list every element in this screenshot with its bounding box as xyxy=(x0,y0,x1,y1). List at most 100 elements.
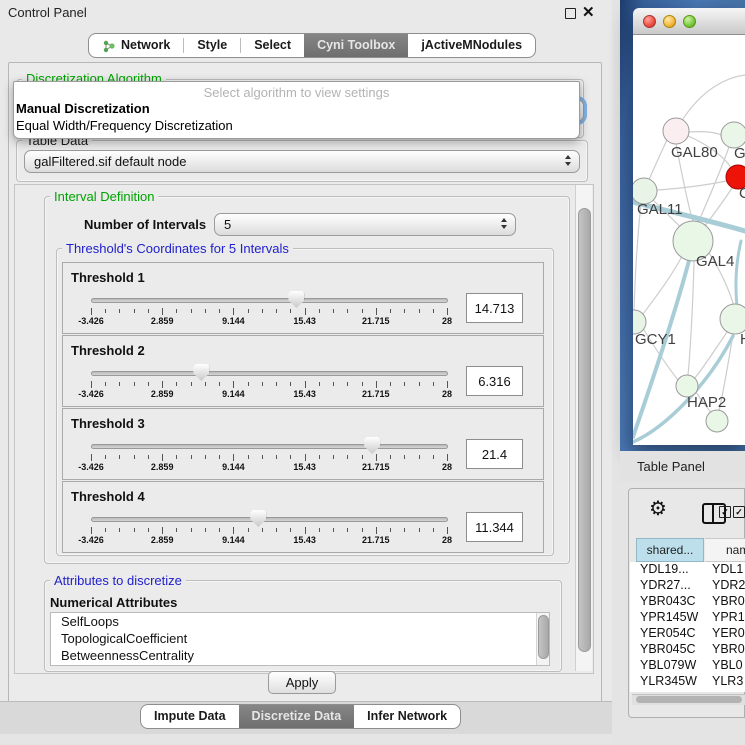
table-rows[interactable]: YDL19...YDL1YDR27...YDR2YBR043CYBR0YPR14… xyxy=(630,562,745,692)
threshold-slider[interactable]: -3.4262.8599.14415.4321.71528 xyxy=(91,291,448,331)
list-scrollbar[interactable] xyxy=(536,613,549,665)
vertical-scrollbar-thumb[interactable] xyxy=(578,208,591,652)
tab-cyni-toolbox[interactable]: Cyni Toolbox xyxy=(304,34,408,57)
network-node[interactable] xyxy=(720,304,745,334)
threshold-slider[interactable]: -3.4262.8599.14415.4321.71528 xyxy=(91,510,448,550)
table-row[interactable]: YER054CYER0 xyxy=(630,626,745,642)
algorithm-option[interactable]: Equal Width/Frequency Discretization xyxy=(16,118,233,133)
table-row[interactable]: YBR045CYBR0 xyxy=(630,642,745,658)
dropdown-hint: Select algorithm to view settings xyxy=(14,85,579,100)
network-canvas[interactable]: GAL80GACGAL11GAL4GCY1HAHAP2 xyxy=(633,35,745,445)
network-edge[interactable] xyxy=(689,132,723,136)
numerical-attributes-list[interactable]: SelfLoopsTopologicalCoefficientBetweenne… xyxy=(50,612,550,666)
threshold-value-field[interactable]: 11.344 xyxy=(466,512,523,542)
apply-button[interactable]: Apply xyxy=(268,671,336,694)
attribute-item[interactable]: TopologicalCoefficient xyxy=(51,630,549,647)
table-row[interactable]: YBL079WYBL0 xyxy=(630,658,745,674)
table-row[interactable]: YIL052CYIL0 xyxy=(630,690,745,692)
slider-tick xyxy=(205,528,206,532)
slider-tick xyxy=(105,309,106,313)
horizontal-scrollbar-thumb[interactable] xyxy=(636,696,742,703)
close-traffic-light-icon[interactable] xyxy=(643,15,656,28)
slider-tick xyxy=(105,528,106,532)
float-window-icon[interactable] xyxy=(565,8,576,19)
slider-tick xyxy=(191,382,192,386)
tab-jactivemnodules[interactable]: jActiveMNodules xyxy=(408,34,535,57)
vertical-scrollbar[interactable] xyxy=(575,185,592,671)
network-view-window[interactable]: GAL80GACGAL11GAL4GCY1HAHAP2 xyxy=(633,8,745,445)
close-icon[interactable]: ✕ xyxy=(582,3,595,21)
table-row[interactable]: YDL19...YDL1 xyxy=(630,562,745,578)
slider-tick xyxy=(119,528,120,532)
horizontal-scrollbar[interactable] xyxy=(632,694,745,705)
algorithm-dropdown-popup: Select algorithm to view settings Manual… xyxy=(13,81,580,139)
checkbox-icon[interactable]: ✓ xyxy=(719,506,731,518)
column-header-shared-name[interactable]: shared... xyxy=(636,538,704,562)
settings-gear-icon[interactable]: ⚙ xyxy=(649,499,667,519)
slider-tick xyxy=(191,528,192,532)
table-row[interactable]: YBR043CYBR0 xyxy=(630,594,745,610)
slider-thumb[interactable] xyxy=(193,364,209,381)
threshold-slider[interactable]: -3.4262.8599.14415.4321.71528 xyxy=(91,364,448,404)
slider-thumb[interactable] xyxy=(364,437,380,454)
slider-tick xyxy=(390,382,391,386)
slider-tick xyxy=(390,455,391,459)
slider-tick xyxy=(376,454,377,461)
threshold-value-field[interactable]: 14.713 xyxy=(466,293,523,323)
tab-label: Style xyxy=(197,34,227,57)
slider-tick xyxy=(390,528,391,532)
slider-tick xyxy=(176,382,177,386)
slider-track[interactable] xyxy=(91,517,448,522)
slider-tick xyxy=(219,309,220,313)
cell-name: YPR1 xyxy=(712,610,745,624)
cell-shared-name: YER054C xyxy=(640,626,696,640)
attribute-item[interactable]: SelfLoops xyxy=(51,613,549,630)
slider-tick xyxy=(119,309,120,313)
slider-tick xyxy=(191,455,192,459)
column-header-name[interactable]: name xyxy=(705,538,745,562)
table-row[interactable]: YDR27...YDR2 xyxy=(630,578,745,594)
table-row[interactable]: YPR145WYPR1 xyxy=(630,610,745,626)
network-edge[interactable] xyxy=(688,261,694,375)
zoom-traffic-light-icon[interactable] xyxy=(683,15,696,28)
slider-thumb[interactable] xyxy=(250,510,266,527)
attribute-item[interactable]: BetweennessCentrality xyxy=(51,647,549,664)
number-of-intervals-label: Number of Intervals xyxy=(84,217,206,232)
slider-tick-label: -3.426 xyxy=(61,462,121,472)
slider-tick xyxy=(376,527,377,534)
tab-network[interactable]: Network xyxy=(89,34,183,57)
slider-tick xyxy=(362,528,363,532)
tab-infer-network[interactable]: Infer Network xyxy=(354,705,460,728)
slider-thumb[interactable] xyxy=(288,291,304,308)
stepper-arrows-icon xyxy=(565,155,571,166)
screen: Control Panel ✕ NetworkStyleSelectCyni T… xyxy=(0,0,745,745)
algorithm-option[interactable]: Manual Discretization xyxy=(16,101,150,116)
threshold-value-field[interactable]: 21.4 xyxy=(466,439,523,469)
network-edge[interactable] xyxy=(648,140,667,182)
threshold-value-field[interactable]: 6.316 xyxy=(466,366,523,396)
tab-impute-data[interactable]: Impute Data xyxy=(141,705,239,728)
tab-discretize-data[interactable]: Discretize Data xyxy=(239,705,355,728)
tab-select[interactable]: Select xyxy=(241,34,304,57)
minimize-traffic-light-icon[interactable] xyxy=(663,15,676,28)
table-data-combo[interactable]: galFiltered.sif default node xyxy=(24,150,580,173)
list-scrollbar-thumb[interactable] xyxy=(538,615,549,659)
number-of-intervals-combo[interactable]: 5 xyxy=(214,213,516,236)
slider-track[interactable] xyxy=(91,371,448,376)
tab-style[interactable]: Style xyxy=(184,34,240,57)
network-node[interactable] xyxy=(663,118,689,144)
attributes-group-title: Attributes to discretize xyxy=(50,573,186,588)
slider-tick xyxy=(433,382,434,386)
checkbox-icon[interactable]: ✓ xyxy=(733,506,745,518)
slider-tick xyxy=(134,382,135,386)
table-row[interactable]: YLR345WYLR3 xyxy=(630,674,745,690)
network-node[interactable] xyxy=(706,410,728,432)
network-window-titlebar[interactable] xyxy=(633,8,745,35)
slider-track[interactable] xyxy=(91,298,448,303)
network-edge[interactable] xyxy=(634,204,641,311)
network-node-label: GAL80 xyxy=(671,144,718,161)
slider-track[interactable] xyxy=(91,444,448,449)
network-edge[interactable] xyxy=(681,75,745,122)
threshold-slider[interactable]: -3.4262.8599.14415.4321.71528 xyxy=(91,437,448,477)
slider-tick xyxy=(91,381,92,388)
